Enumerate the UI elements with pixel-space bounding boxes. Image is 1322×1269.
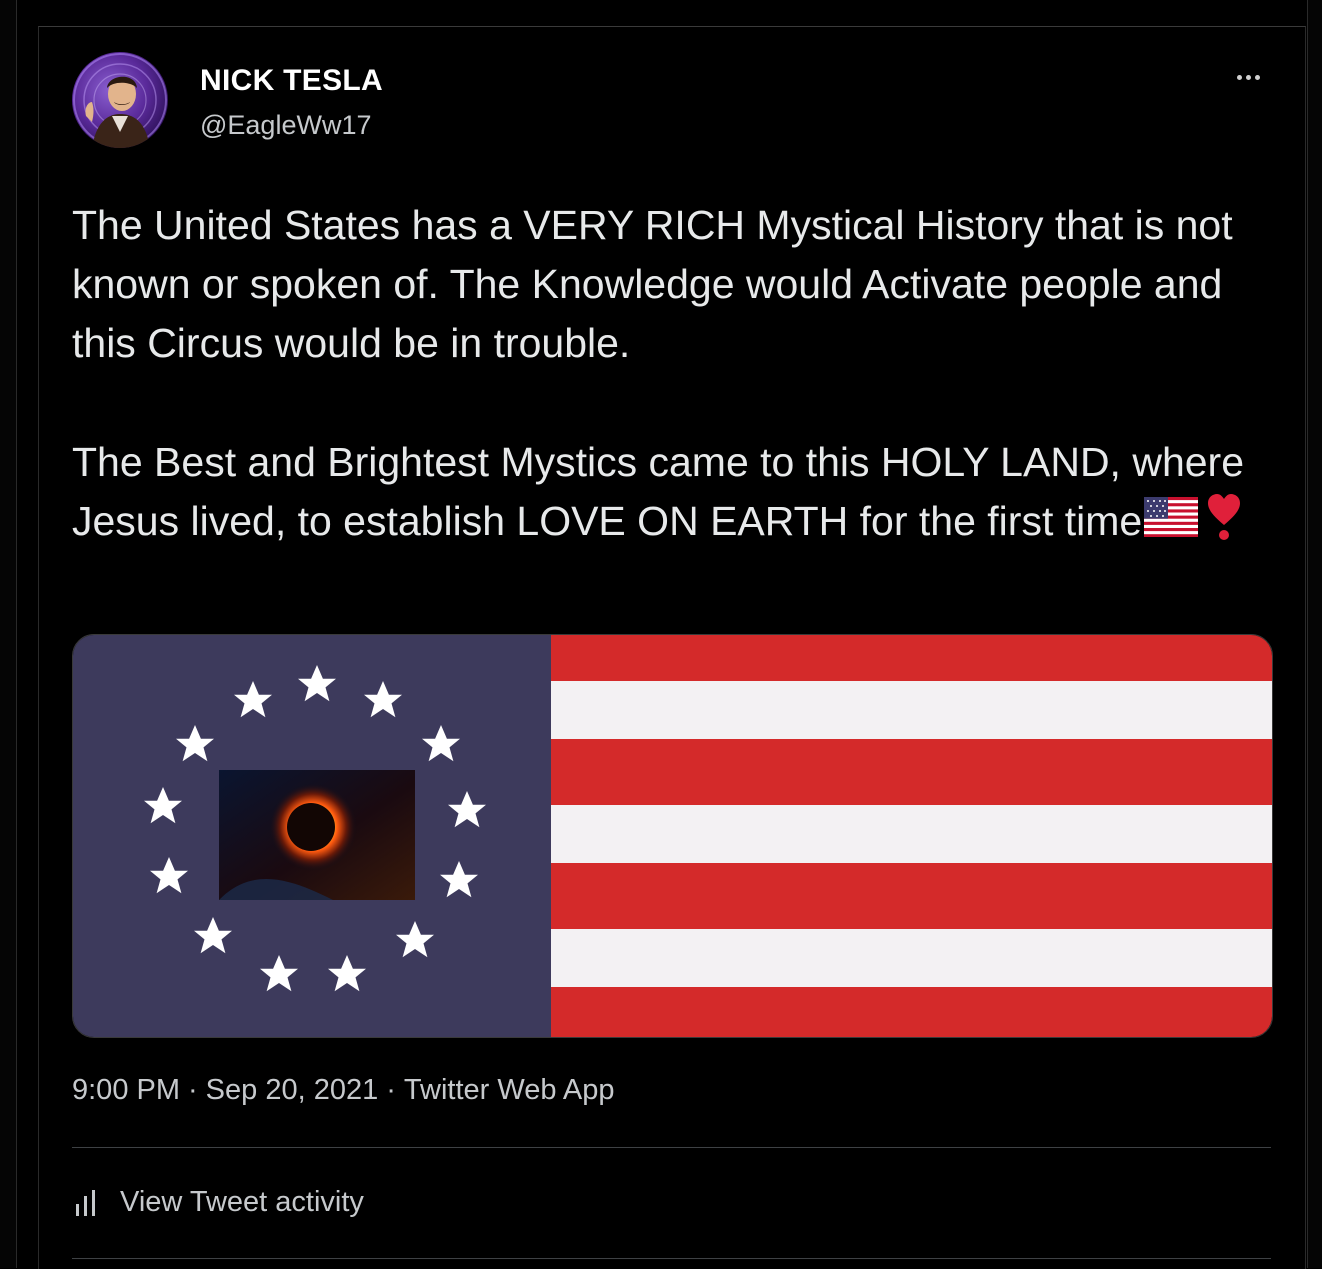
tweet-paragraph-1: The United States has a VERY RICH Mystic…	[72, 202, 1245, 366]
separator: ·	[386, 1074, 396, 1106]
divider	[72, 1258, 1271, 1259]
tweet-source[interactable]: Twitter Web App	[404, 1074, 615, 1106]
heart-exclamation-emoji-icon	[1208, 494, 1241, 540]
view-tweet-activity-button[interactable]: View Tweet activity	[74, 1186, 364, 1219]
eclipse-moon-icon	[287, 803, 335, 851]
tweet-text: The United States has a VERY RICH Mystic…	[72, 196, 1292, 551]
bar-chart-icon	[76, 1189, 95, 1216]
divider	[72, 1147, 1271, 1148]
window-left-edge	[0, 0, 17, 1268]
flag-white-stripe	[551, 929, 1272, 987]
view-tweet-activity-label: View Tweet activity	[120, 1186, 364, 1218]
author-display-name[interactable]: NICK TESLA	[200, 64, 383, 98]
screenshot-frame: NICK TESLA @EagleWw17 The United States …	[0, 0, 1322, 1269]
tweet-timestamp: 9:00 PM · Sep 20, 2021 · Twitter Web App	[72, 1074, 615, 1107]
tweet-date[interactable]: Sep 20, 2021	[206, 1074, 379, 1106]
more-dot-icon	[1254, 74, 1260, 80]
tweet-time[interactable]: 9:00 PM	[72, 1074, 180, 1106]
more-dot-icon	[1236, 74, 1242, 80]
tweet-media-image[interactable]	[72, 634, 1273, 1038]
more-options-button[interactable]	[1226, 62, 1270, 92]
tweet-paragraph-2: The Best and Brightest Mystics came to t…	[72, 433, 1292, 551]
author-handle[interactable]: @EagleWw17	[200, 110, 371, 141]
avatar[interactable]	[72, 52, 168, 148]
more-dot-icon	[1245, 74, 1251, 80]
us-flag-emoji-icon	[1144, 497, 1199, 537]
avatar-portrait-icon	[73, 53, 167, 148]
window-right-edge	[1307, 0, 1322, 1268]
tweet-paragraph-2-text: The Best and Brightest Mystics came to t…	[72, 439, 1256, 544]
separator: ·	[188, 1074, 198, 1106]
flag-white-stripe	[551, 805, 1272, 863]
flag-image	[73, 635, 1272, 1037]
flag-white-stripe	[551, 681, 1272, 739]
